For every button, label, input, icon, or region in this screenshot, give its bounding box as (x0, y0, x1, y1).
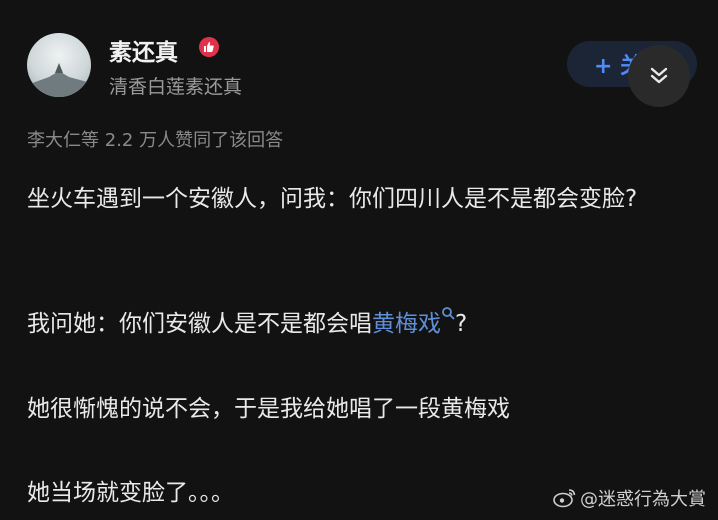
double-chevron-down-icon (650, 67, 668, 84)
weibo-logo-icon (553, 489, 576, 508)
watermark-text: @迷惑行為大賞 (580, 489, 706, 510)
avatar[interactable] (27, 33, 91, 97)
answer-paragraph-1: 坐火车遇到一个安徽人，问我：你们四川人是不是都会变脸? (27, 186, 638, 212)
likes-summary[interactable]: 李大仁等 2.2 万人赞同了该回答 (27, 126, 283, 152)
keyword-link-text: 黄梅戏 (372, 311, 441, 337)
keyword-link[interactable]: 黄梅戏 (372, 307, 455, 337)
avatar-image (27, 63, 91, 97)
search-icon (442, 307, 455, 320)
answer-paragraph-2: 我问她：你们安徽人是不是都会唱黄梅戏? (27, 305, 687, 343)
paragraph-2-text: 我问她：你们安徽人是不是都会唱 (27, 311, 372, 337)
watermark: @迷惑行為大賞 (553, 485, 706, 511)
paragraph-2-end: ? (455, 311, 468, 337)
thumbs-up-badge-icon (199, 37, 219, 57)
answer-paragraph-3: 她很惭愧的说不会，于是我给她唱了一段黄梅戏 (27, 396, 510, 422)
author-name[interactable]: 素还真 (109, 33, 178, 67)
collapse-button[interactable] (628, 45, 690, 107)
author-bio: 清香白莲素还真 (109, 76, 243, 98)
